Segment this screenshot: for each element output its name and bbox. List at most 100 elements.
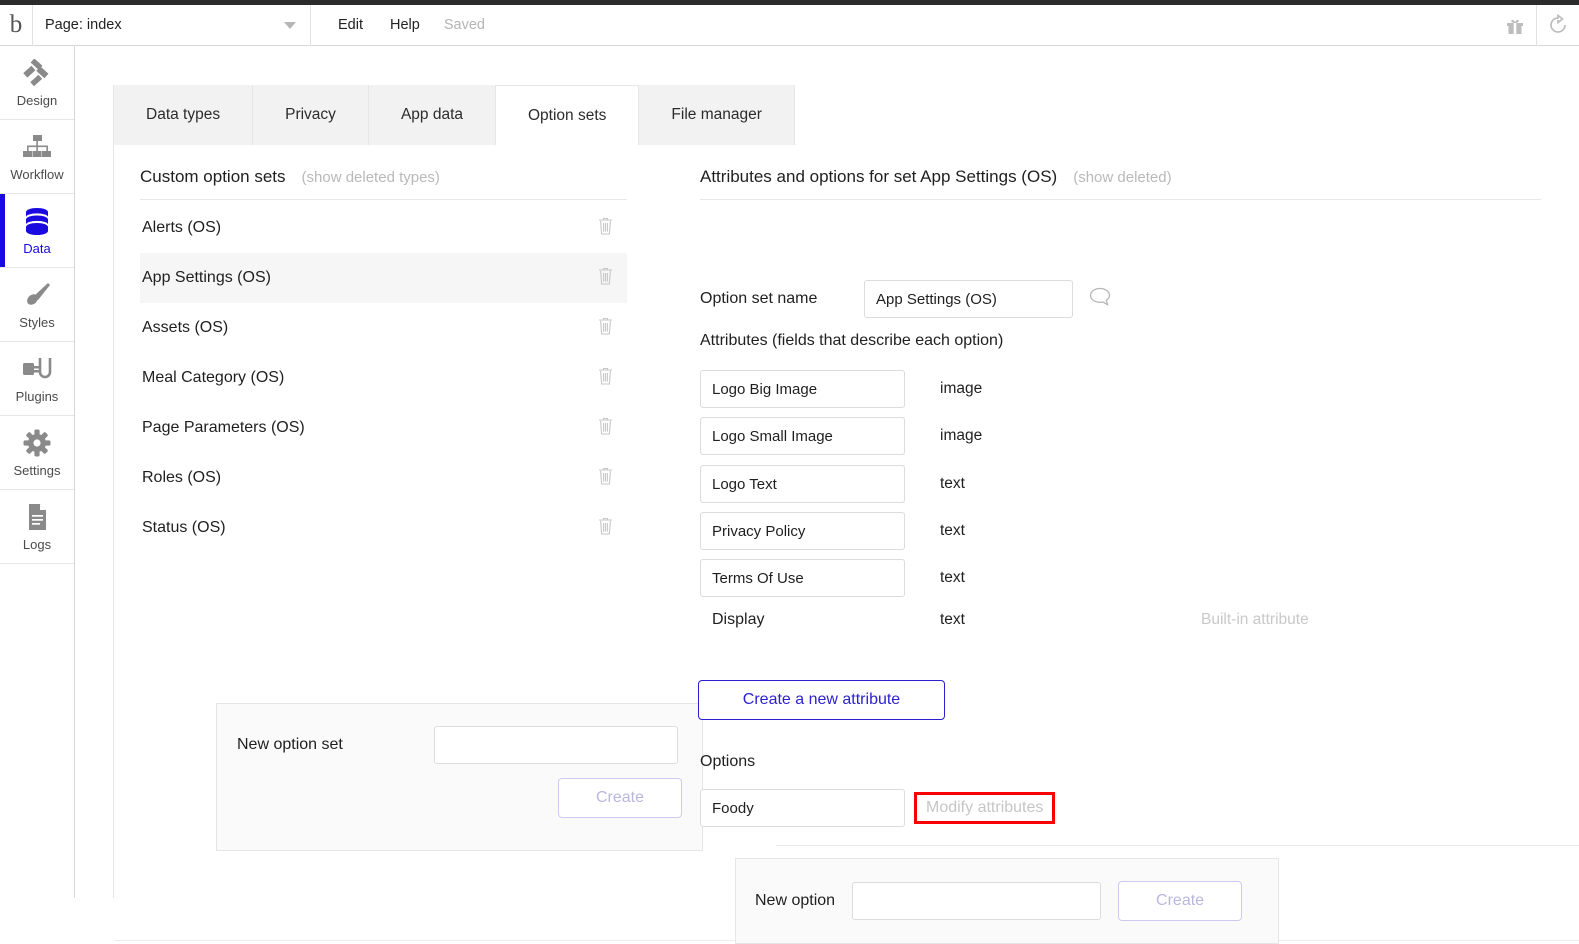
sidebar-item-design[interactable]: Design <box>0 46 74 120</box>
sidebar-item-workflow[interactable]: Workflow <box>0 120 74 194</box>
header-right-actions <box>1493 4 1579 46</box>
sidebar-item-label: Logs <box>22 536 52 552</box>
data-tabs: Data types Privacy App data Option sets … <box>113 85 795 145</box>
option-name-input[interactable] <box>700 789 905 827</box>
delete-icon[interactable] <box>598 217 613 240</box>
option-set-row-assets[interactable]: Assets (OS) <box>140 303 627 353</box>
attribute-row: image <box>700 417 1030 455</box>
attribute-row: text <box>700 512 1030 550</box>
option-set-name: Alerts (OS) <box>142 219 222 236</box>
delete-icon[interactable] <box>598 367 613 390</box>
option-set-list: Alerts (OS) App Settings (OS) Assets (OS… <box>140 203 627 553</box>
delete-icon[interactable] <box>598 267 613 290</box>
option-set-name-row: Option set name <box>700 280 1111 318</box>
option-set-name: Status (OS) <box>142 519 226 536</box>
attributes-heading-label: Attributes (fields that describe each op… <box>700 332 1004 349</box>
create-option-set-button[interactable]: Create <box>558 778 682 818</box>
attribute-name-input[interactable] <box>700 465 905 503</box>
show-deleted-types-link[interactable]: (show deleted types) <box>302 169 440 186</box>
create-new-attribute-button[interactable]: Create a new attribute <box>698 680 945 720</box>
sidebar-item-label: Settings <box>13 462 61 478</box>
built-in-attribute-note: Built-in attribute <box>1201 611 1309 628</box>
option-set-name: Page Parameters (OS) <box>142 419 305 436</box>
new-option-card: New option Create <box>735 858 1279 944</box>
sidebar-item-settings[interactable]: Settings <box>0 416 74 490</box>
attribute-row: text <box>700 559 1030 597</box>
main-content: Data types Privacy App data Option sets … <box>76 46 1579 944</box>
sidebar-item-data[interactable]: Data <box>0 194 74 268</box>
save-status-label: Saved <box>443 17 485 33</box>
delete-icon[interactable] <box>598 517 613 540</box>
attribute-type: text <box>940 475 965 492</box>
option-set-row-meal-category[interactable]: Meal Category (OS) <box>140 353 627 403</box>
help-menu-button[interactable]: Help <box>390 17 420 33</box>
attribute-type: image <box>940 427 983 444</box>
attribute-name-input[interactable] <box>700 559 905 597</box>
attributes-heading: Attributes (fields that describe each op… <box>700 332 1003 350</box>
page-selector[interactable]: Page: index <box>33 4 311 46</box>
delete-icon[interactable] <box>598 317 613 340</box>
attribute-name-input[interactable] <box>700 512 905 550</box>
workflow-icon <box>22 132 52 162</box>
left-navigation-rail: Design Workflow Data Styles Plugins Sett… <box>0 46 75 898</box>
tab-privacy[interactable]: Privacy <box>253 85 369 145</box>
page-selector-label: Page: index <box>45 17 122 33</box>
attribute-type: text <box>940 611 965 628</box>
sidebar-item-logs[interactable]: Logs <box>0 490 74 564</box>
option-row-foody: Modify attributes <box>700 789 1056 827</box>
sidebar-item-label: Workflow <box>10 166 64 182</box>
option-set-name: App Settings (OS) <box>142 269 271 286</box>
attribute-type: text <box>940 569 965 586</box>
chevron-down-icon <box>284 21 296 29</box>
create-option-button[interactable]: Create <box>1118 881 1243 921</box>
options-heading-label: Options <box>700 753 756 770</box>
gear-icon <box>23 428 51 458</box>
sidebar-item-styles[interactable]: Styles <box>0 268 74 342</box>
option-set-row-alerts[interactable]: Alerts (OS) <box>140 203 627 253</box>
edit-menu-button[interactable]: Edit <box>338 17 363 33</box>
show-deleted-link[interactable]: (show deleted) <box>1073 169 1171 186</box>
option-set-row-status[interactable]: Status (OS) <box>140 503 627 553</box>
tab-app-data[interactable]: App data <box>368 85 496 145</box>
gift-button[interactable] <box>1493 5 1536 46</box>
plug-icon <box>21 354 53 384</box>
attribute-type: image <box>940 380 983 397</box>
tab-file-manager[interactable]: File manager <box>639 85 795 145</box>
tab-data-types[interactable]: Data types <box>113 85 254 145</box>
attribute-name-input[interactable] <box>700 370 905 408</box>
sidebar-item-plugins[interactable]: Plugins <box>0 342 74 416</box>
option-set-name: Meal Category (OS) <box>142 369 285 386</box>
database-icon <box>24 206 50 236</box>
option-set-row-page-parameters[interactable]: Page Parameters (OS) <box>140 403 627 453</box>
attribute-name-input[interactable] <box>700 417 905 455</box>
custom-option-sets-header: Custom option sets (show deleted types) <box>140 167 440 187</box>
option-set-row-roles[interactable]: Roles (OS) <box>140 453 627 503</box>
option-set-name-input[interactable] <box>864 280 1073 318</box>
attribute-type: text <box>940 522 965 539</box>
new-option-input[interactable] <box>852 882 1102 920</box>
option-set-row-app-settings[interactable]: App Settings (OS) <box>140 253 627 303</box>
right-header-divider <box>700 199 1541 200</box>
gift-icon <box>1506 19 1523 34</box>
attribute-row-builtin: Display text Built-in attribute <box>700 611 1309 629</box>
new-option-label: New option <box>755 892 836 909</box>
attributes-options-header: Attributes and options for set App Setti… <box>700 167 1172 187</box>
design-icon <box>22 58 52 88</box>
new-option-set-label: New option set <box>237 736 343 753</box>
tab-option-sets[interactable]: Option sets <box>496 85 640 145</box>
new-option-set-actions: Create <box>217 764 702 818</box>
sidebar-item-label: Design <box>16 92 58 108</box>
new-option-set-row: New option set <box>217 704 702 764</box>
bubble-logo[interactable]: b <box>0 4 33 46</box>
option-set-name: Roles (OS) <box>142 469 222 486</box>
options-heading: Options <box>700 753 755 771</box>
delete-icon[interactable] <box>598 417 613 440</box>
document-icon <box>26 502 48 532</box>
new-option-set-input[interactable] <box>433 726 678 764</box>
delete-icon[interactable] <box>598 467 613 490</box>
modify-attributes-button[interactable]: Modify attributes <box>914 792 1056 824</box>
undo-button[interactable] <box>1536 4 1579 46</box>
attribute-row: image <box>700 370 1030 408</box>
app-header: b Page: index Edit Help Saved <box>0 4 1579 46</box>
speech-bubble-icon[interactable] <box>1089 287 1111 311</box>
